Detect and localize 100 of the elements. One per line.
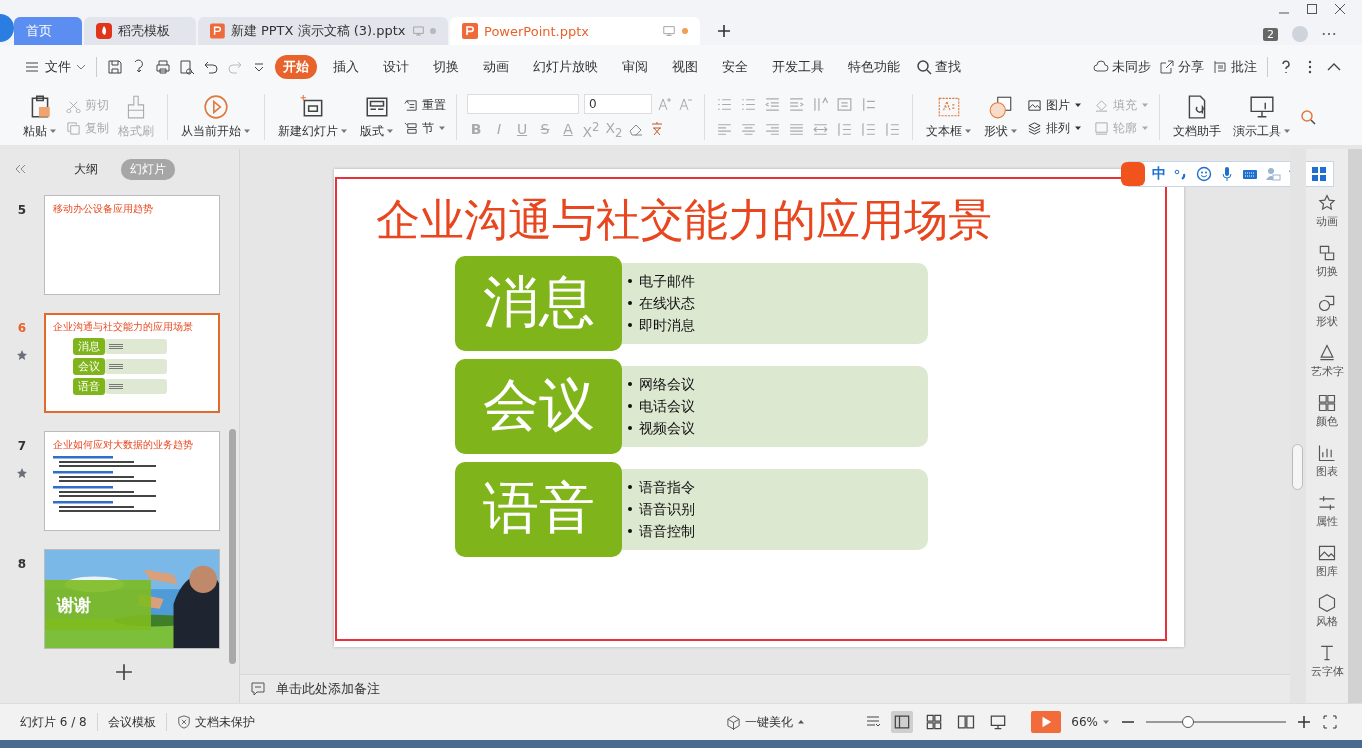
collapse-panel-icon[interactable]	[14, 164, 26, 174]
save-icon[interactable]	[107, 58, 123, 75]
caret-icon	[964, 127, 972, 135]
font-name-field[interactable]	[467, 93, 579, 114]
search-button[interactable]: 查找	[916, 57, 961, 76]
plus-icon[interactable]	[716, 23, 732, 39]
font-size-field[interactable]: 0	[584, 93, 652, 114]
paste-button[interactable]: 粘贴	[20, 93, 60, 140]
paragraph-format-icon[interactable]	[811, 94, 830, 114]
slideshow-button[interactable]	[1031, 711, 1062, 733]
layout-button[interactable]: 版式	[357, 93, 397, 140]
search-icon[interactable]	[1300, 108, 1316, 125]
menu-action[interactable]: 分享	[1159, 57, 1204, 76]
caret-icon	[1010, 127, 1018, 135]
ribbon-tab[interactable]: 切换	[425, 54, 467, 79]
maximize-icon[interactable]	[1306, 3, 1318, 15]
insert-button[interactable]: 文本框	[923, 93, 975, 140]
bullet-item: 语音指令	[639, 478, 695, 497]
beautify-button[interactable]: 一键美化	[726, 713, 806, 731]
unsaved-dot	[682, 28, 688, 34]
sidebar-item[interactable]: 图表	[1316, 443, 1338, 479]
slide-tool-button[interactable]: 重置	[403, 96, 446, 114]
fit-window-icon[interactable]	[1322, 714, 1338, 730]
sidebar-item[interactable]: 风格	[1316, 593, 1338, 629]
sidebar-item[interactable]: 动画	[1316, 193, 1338, 229]
notes-icon[interactable]	[250, 681, 266, 697]
thumbnail-bar	[105, 359, 167, 374]
slider-thumb[interactable]	[1182, 716, 1194, 728]
ribbon-tab[interactable]: 安全	[714, 54, 756, 79]
sidebar-item[interactable]: 形状	[1316, 293, 1338, 329]
insert-button[interactable]: 形状	[981, 93, 1021, 140]
scroll-thumb[interactable]	[1292, 444, 1303, 490]
arrange-button[interactable]: 图片	[1027, 96, 1082, 114]
menu-action[interactable]: 未同步	[1093, 57, 1151, 76]
slide-thumbnail[interactable]: 企业如何应对大数据的业务趋势	[44, 431, 220, 531]
emoji-icon[interactable]	[1196, 166, 1212, 182]
zoom-level[interactable]: 66%	[1071, 715, 1110, 729]
ribbon-tab[interactable]: 插入	[325, 54, 367, 79]
arrange-button[interactable]: 排列	[1027, 119, 1082, 137]
menu-action[interactable]: 批注	[1212, 57, 1257, 76]
sidebar-item[interactable]: 图库	[1316, 543, 1338, 579]
play-from-current-button[interactable]: 从当前开始	[178, 93, 254, 140]
flame-icon	[96, 23, 112, 39]
image-icon	[1027, 97, 1042, 113]
grid-icon[interactable]	[1311, 166, 1327, 182]
bullet-item: 电子邮件	[639, 272, 695, 291]
sidebar-item[interactable]: 颜色	[1316, 393, 1338, 429]
user-icon[interactable]	[1265, 166, 1281, 182]
microphone-icon[interactable]	[1219, 166, 1235, 182]
sidebar-item[interactable]: 艺术字	[1310, 343, 1344, 379]
zoom-in-icon[interactable]	[1296, 714, 1312, 730]
ribbon-tab[interactable]: 特色功能	[840, 54, 908, 79]
more-icon[interactable]	[1322, 32, 1336, 36]
ribbon-tab[interactable]: 开发工具	[764, 54, 832, 79]
ribbon-tab[interactable]: 动画	[475, 54, 517, 79]
sidebar-item[interactable]: 切换	[1316, 243, 1338, 279]
close-icon[interactable]	[1334, 3, 1346, 15]
file-menu[interactable]: 文件	[24, 57, 86, 76]
view-mode-icon[interactable]	[891, 711, 914, 733]
increase-font-icon[interactable]	[657, 95, 673, 112]
panel-tab[interactable]: 大纲	[64, 158, 107, 180]
bullet-icon	[628, 404, 632, 409]
caret-up-icon	[797, 718, 806, 726]
app-logo-icon[interactable]	[0, 14, 14, 42]
thumbnail-title: 谢谢	[57, 593, 91, 617]
tool-button[interactable]: 演示工具	[1230, 93, 1294, 140]
monitor-icon[interactable]	[662, 24, 676, 38]
new-slide-button[interactable]: 新建幻灯片	[275, 93, 351, 140]
sidebar-item[interactable]: 属性	[1316, 493, 1338, 529]
window-count[interactable]: 2	[1263, 27, 1278, 41]
slide-thumbnail[interactable]: 企业沟通与社交能力的应用场景 消息 会议 语音	[44, 313, 220, 413]
slide-thumbnail[interactable]: 移动办公设备应用趋势	[44, 195, 220, 295]
sidebar-item[interactable]: 云字体	[1310, 643, 1344, 679]
slide-tool-button[interactable]: 节	[403, 119, 446, 137]
template-name[interactable]: 会议模板	[107, 713, 156, 731]
notes-placeholder[interactable]: 单击此处添加备注	[276, 680, 380, 698]
tool-button[interactable]: 文档助手	[1170, 93, 1224, 140]
caret-icon	[1283, 127, 1291, 135]
bullet-item: 电话会议	[639, 397, 695, 416]
print-icon[interactable]	[155, 58, 171, 75]
scrollbar[interactable]	[1348, 149, 1362, 703]
document-tab[interactable]: 稻壳模板	[84, 17, 196, 45]
ribbon-tab[interactable]: 幻灯片放映	[525, 54, 606, 79]
ribbon-tab[interactable]: 审阅	[614, 54, 656, 79]
caret-icon	[1141, 124, 1149, 132]
add-slide-icon[interactable]	[114, 663, 133, 681]
document-tab[interactable]: 新建 PPTX 演示文稿 (3).pptx	[198, 17, 448, 45]
bullet-icon	[628, 301, 632, 306]
scrollbar[interactable]	[229, 429, 236, 664]
copy-icon	[66, 120, 81, 136]
monitor-icon[interactable]	[411, 24, 425, 38]
bullet-item: 网络会议	[639, 375, 695, 394]
ribbon-tab[interactable]: 设计	[375, 54, 417, 79]
ribbon-tab[interactable]: 视图	[664, 54, 706, 79]
category-block: 语音	[455, 461, 622, 557]
protection-status[interactable]: 文档未保护	[176, 713, 255, 731]
print-preview-icon[interactable]	[179, 58, 195, 75]
phonetic-guide-icon[interactable]	[649, 121, 665, 138]
input-method-logo-icon[interactable]	[1121, 162, 1145, 186]
bullet-item: 视频会议	[639, 419, 695, 438]
